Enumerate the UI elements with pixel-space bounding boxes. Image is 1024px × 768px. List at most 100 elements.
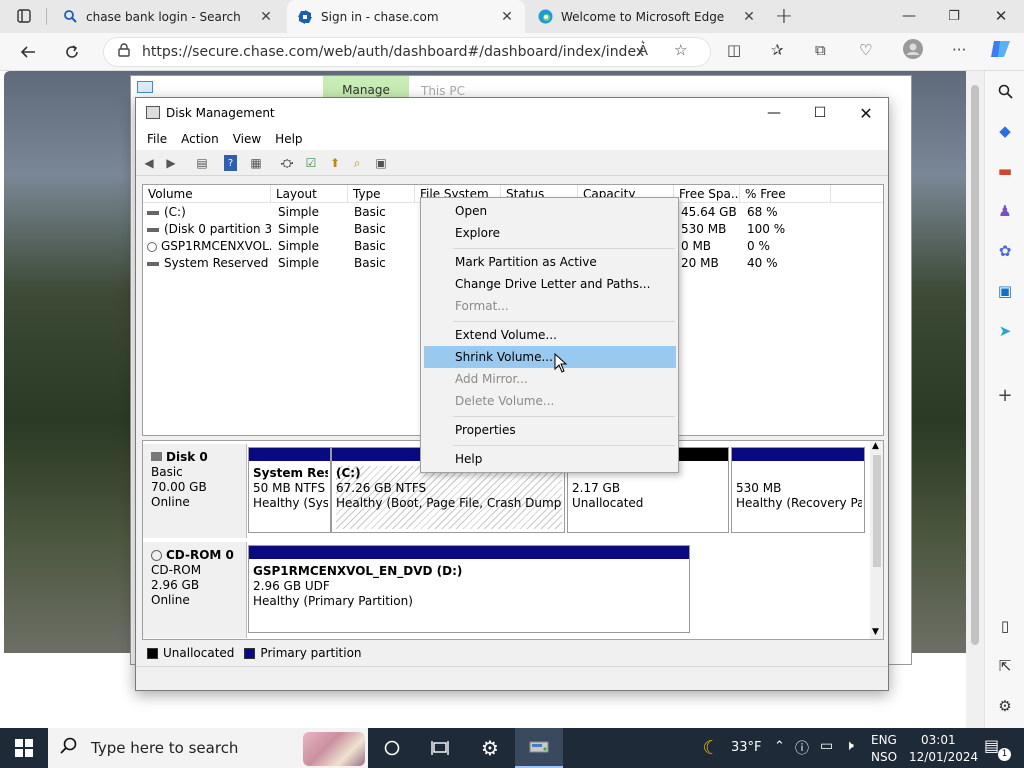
address-bar[interactable]: https://secure.chase.com/web/auth/dashbo… (103, 37, 711, 67)
connect-icon[interactable]: ⛮ (278, 155, 296, 171)
menu-help[interactable]: Help (424, 448, 676, 470)
disk-view-scrollbar[interactable]: ▲ ▼ (870, 441, 883, 639)
checklist-icon[interactable]: ☑ (302, 155, 320, 171)
network-icon[interactable]: ▭ (820, 738, 833, 754)
menu-shrink-volume[interactable]: Shrink Volume... (424, 346, 676, 368)
help-icon[interactable]: ? (224, 155, 237, 171)
shopping-tag-icon[interactable]: ◆ (993, 119, 1017, 143)
more-options-icon[interactable]: ··· (952, 41, 966, 59)
partition-detail: 2.17 GB (572, 481, 621, 495)
partition-recovery[interactable]: 530 MB Healthy (Recovery Part (731, 447, 865, 533)
language-top[interactable]: ENG (871, 733, 897, 747)
task-view-icon[interactable] (368, 728, 416, 768)
column-header[interactable]: Free Spa... (674, 185, 740, 203)
partition-dvd[interactable]: GSP1RMCENXVOL_EN_DVD (D:) 2.96 GB UDF He… (248, 545, 690, 633)
sidebar-panel-icon[interactable]: ▯ (993, 614, 1017, 638)
settings-list-icon[interactable]: ▣ (372, 155, 390, 171)
maximize-button[interactable]: ☐ (797, 98, 843, 128)
menu-change-drive-letter[interactable]: Change Drive Letter and Paths... (424, 273, 676, 295)
tab-actions-icon[interactable] (10, 2, 38, 30)
collections-icon[interactable]: ⧉ (815, 41, 826, 59)
scroll-up-icon[interactable]: ▲ (872, 441, 879, 451)
start-button[interactable] (0, 728, 48, 768)
weather-moon-icon[interactable]: ☾ (696, 728, 726, 768)
partition-system-reserved[interactable]: System Rese 50 MB NTFS Healthy (Syst (248, 447, 331, 533)
menu-file[interactable]: File (140, 132, 174, 146)
refresh-button[interactable] (58, 38, 86, 66)
profile-avatar-icon[interactable] (903, 39, 923, 63)
taskbar-search-box[interactable]: Type here to search (48, 728, 368, 768)
close-button[interactable]: ✕ (843, 98, 889, 128)
properties-icon[interactable]: ▦ (247, 155, 265, 171)
column-header[interactable]: Volume (143, 185, 271, 203)
restore-button[interactable]: ❐ (940, 2, 968, 30)
send-icon[interactable]: ➤ (993, 319, 1017, 343)
clock-time[interactable]: 03:01 (921, 733, 956, 747)
disk-0-label[interactable]: Disk 0 Basic 70.00 GB Online (143, 444, 247, 538)
weather-temp[interactable]: 33°F (731, 740, 762, 755)
tab-chase-search[interactable]: chase bank login - Search ✕ (52, 0, 284, 33)
timeline-icon[interactable] (416, 728, 464, 768)
console-tree-icon[interactable]: ▤ (193, 155, 211, 171)
favorites-icon[interactable]: ✰ (771, 41, 784, 59)
minimize-button[interactable]: — (895, 2, 923, 30)
read-aloud-icon[interactable]: A͛ (638, 41, 648, 59)
people-icon[interactable]: ♟ (993, 199, 1017, 223)
split-screen-icon[interactable]: ◫ (727, 41, 741, 59)
outlook-icon[interactable]: ▣ (993, 279, 1017, 303)
clock-date[interactable]: 12/01/2024 (909, 750, 978, 764)
disk-size: 70.00 GB (151, 480, 207, 494)
page-scrollbar[interactable] (966, 71, 984, 728)
tab-chase-signin[interactable]: Sign in - chase.com ✕ (287, 0, 525, 33)
close-window-button[interactable]: ✕ (987, 2, 1015, 30)
search-icon[interactable] (993, 79, 1017, 103)
close-icon[interactable]: ✕ (258, 9, 274, 25)
column-header[interactable]: Type (348, 185, 415, 203)
minimize-button[interactable]: — (751, 98, 797, 128)
language-bottom[interactable]: NSO (871, 750, 897, 764)
forward-arrow-icon[interactable]: ▶ (162, 155, 180, 171)
menu-extend-volume[interactable]: Extend Volume... (424, 324, 676, 346)
rescan-icon[interactable]: ⬆ (326, 155, 344, 171)
back-button[interactable] (14, 38, 42, 66)
external-link-icon[interactable]: ⇱ (993, 654, 1017, 678)
add-icon[interactable]: + (993, 383, 1017, 407)
menu-view[interactable]: View (226, 132, 268, 146)
notifications-icon[interactable]: ▤ (984, 736, 999, 755)
menu-help[interactable]: Help (268, 132, 309, 146)
cdrom-0-label[interactable]: CD-ROM 0 CD-ROM 2.96 GB Online (143, 542, 247, 638)
settings-gear-icon[interactable]: ⚙ (993, 694, 1017, 718)
menu-format[interactable]: Format... (424, 295, 676, 317)
settings-gear-icon[interactable]: ⚙ (466, 728, 514, 768)
volume-muted-icon[interactable]: 🕨 (845, 738, 854, 754)
favorite-star-icon[interactable]: ☆ (674, 41, 687, 59)
window-titlebar[interactable]: Disk Management — ☐ ✕ (136, 98, 888, 128)
new-tab-button[interactable]: + (770, 2, 798, 30)
menu-mark-active[interactable]: Mark Partition as Active (424, 251, 676, 273)
lock-icon[interactable] (118, 43, 130, 61)
tab-edge-welcome[interactable]: Welcome to Microsoft Edge ✕ (527, 0, 767, 33)
copilot-icon[interactable] (990, 39, 1012, 63)
menu-open[interactable]: Open (424, 200, 676, 222)
help-circle-icon[interactable]: ⓘ (795, 738, 809, 758)
back-arrow-icon[interactable]: ◀ (140, 155, 158, 171)
menu-separator (453, 321, 675, 322)
scroll-down-icon[interactable]: ▼ (872, 627, 879, 637)
close-icon[interactable]: ✕ (741, 9, 757, 25)
office-icon[interactable]: ✿ (993, 239, 1017, 263)
ribbon-tab-manage[interactable]: Manage (323, 76, 409, 98)
window-title: Disk Management (166, 106, 275, 120)
tray-overflow-icon[interactable]: ⌃ (774, 739, 785, 754)
menu-properties[interactable]: Properties (424, 419, 676, 441)
disk-management-taskbar-icon[interactable] (515, 728, 563, 768)
search-folder-icon[interactable]: ⌕ (348, 155, 366, 171)
menu-delete-volume[interactable]: Delete Volume... (424, 390, 676, 412)
tools-briefcase-icon[interactable]: ▬ (993, 159, 1017, 183)
column-header[interactable]: Layout (271, 185, 348, 203)
close-icon[interactable]: ✕ (499, 9, 515, 25)
menu-explore[interactable]: Explore (424, 222, 676, 244)
menu-add-mirror[interactable]: Add Mirror... (424, 368, 676, 390)
menu-action[interactable]: Action (174, 132, 226, 146)
column-header[interactable]: % Free (740, 185, 831, 203)
performance-icon[interactable]: ♡ (859, 41, 872, 59)
